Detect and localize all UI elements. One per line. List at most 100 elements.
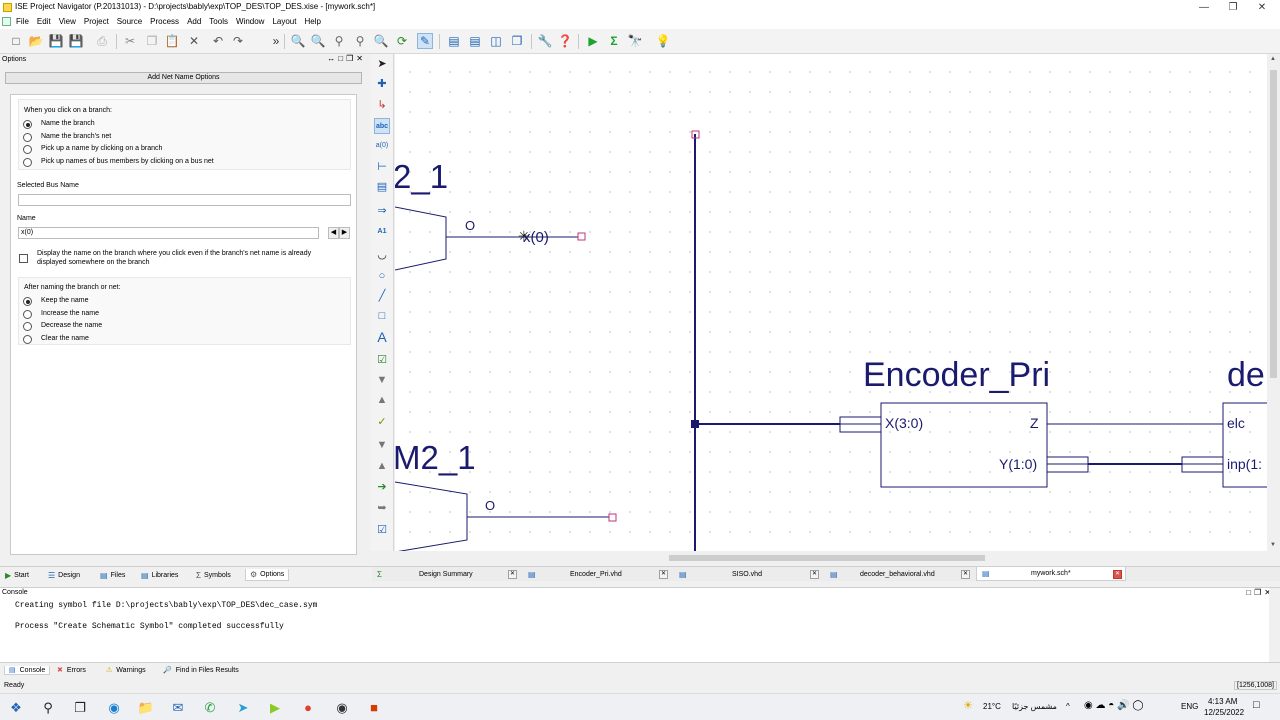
add-text-icon[interactable]: A bbox=[374, 329, 390, 345]
radio-name-branch[interactable] bbox=[23, 120, 32, 129]
tab-console[interactable]: ▤ Console bbox=[4, 666, 51, 675]
tab-find-in-files[interactable]: 🔎 Find in Files Results bbox=[163, 666, 239, 675]
selected-bus-name-input[interactable] bbox=[18, 194, 351, 206]
maximize-button[interactable]: ❐ bbox=[1219, 0, 1247, 15]
canvas-horizontal-scrollbar[interactable] bbox=[395, 551, 1267, 565]
window-restore-icon[interactable]: ❐ bbox=[509, 33, 525, 49]
save-icon[interactable]: 💾 bbox=[48, 33, 64, 49]
menu-source[interactable]: Source bbox=[117, 17, 142, 26]
add-pin-icon[interactable]: ⇒ bbox=[374, 203, 390, 219]
close-tab-icon[interactable]: ✕ bbox=[810, 570, 819, 579]
zoom-fit-icon[interactable]: ⚲ bbox=[331, 33, 347, 49]
zoom-area-icon[interactable]: ⚲ bbox=[352, 33, 368, 49]
telescope-icon[interactable]: 🔭 bbox=[627, 33, 643, 49]
tile-vertical-icon[interactable]: ◫ bbox=[488, 33, 504, 49]
menu-view[interactable]: View bbox=[59, 17, 76, 26]
edge-browser-icon[interactable]: ◉ bbox=[104, 698, 124, 718]
add-bus-tap-icon[interactable]: ↳ bbox=[374, 97, 390, 113]
mux-bottom-shape[interactable] bbox=[395, 481, 468, 551]
name-input[interactable]: x(0) bbox=[18, 227, 319, 239]
pop-up-icon[interactable]: ▲ bbox=[374, 392, 390, 408]
file-explorer-icon[interactable]: 📁 bbox=[136, 698, 156, 718]
cut-icon[interactable]: ✂ bbox=[122, 33, 138, 49]
telegram-icon[interactable]: ➤ bbox=[233, 698, 253, 718]
tab-siso-vhd[interactable]: ▤ SISO.vhd ✕ bbox=[674, 567, 824, 581]
scroll-thumb[interactable] bbox=[669, 555, 985, 561]
tab-options[interactable]: ⚙ Options bbox=[245, 569, 290, 581]
scroll-thumb[interactable] bbox=[1270, 70, 1277, 378]
tab-start[interactable]: ▶ Start bbox=[5, 569, 29, 581]
validate-icon[interactable]: ✓ bbox=[374, 414, 390, 430]
recorder-icon[interactable]: ● bbox=[298, 698, 318, 718]
notifications-icon[interactable]: □ bbox=[1253, 699, 1260, 711]
open-pin-marker[interactable] bbox=[608, 513, 617, 522]
whatsapp-icon[interactable]: ✆ bbox=[200, 698, 220, 718]
draw-circle-icon[interactable]: ○ bbox=[374, 268, 390, 284]
tab-symbols[interactable]: Σ Symbols bbox=[196, 569, 231, 581]
redo-icon[interactable]: ↷ bbox=[230, 33, 246, 49]
pan-tool-icon[interactable]: ✎ bbox=[417, 33, 433, 49]
radio-pick-up-name[interactable] bbox=[23, 145, 32, 154]
tab-mywork-sch[interactable]: ▤ mywork.sch* ✕ bbox=[976, 567, 1126, 581]
check-schematic-icon[interactable]: ☑ bbox=[374, 352, 390, 368]
open-pin-marker[interactable] bbox=[577, 232, 586, 241]
minimize-button[interactable]: — bbox=[1190, 0, 1218, 15]
zoom-out-icon[interactable]: 🔍 bbox=[310, 33, 326, 49]
draw-arc-icon[interactable]: ◡ bbox=[374, 247, 390, 263]
close-tab-icon[interactable]: ✕ bbox=[1113, 570, 1122, 579]
menu-layout[interactable]: Layout bbox=[272, 17, 296, 26]
task-view-icon[interactable]: ❐ bbox=[70, 698, 90, 718]
green-arrow-icon[interactable]: ➔ bbox=[374, 479, 390, 495]
draw-line-icon[interactable]: ╱ bbox=[374, 288, 390, 304]
mail-icon[interactable]: ✉ bbox=[168, 698, 188, 718]
print-icon[interactable]: ⎙ bbox=[94, 33, 110, 49]
tray-chevron-icon[interactable]: ^ bbox=[1066, 702, 1070, 711]
close-button[interactable]: ✕ bbox=[1248, 0, 1276, 15]
radio-pick-up-bus-members[interactable] bbox=[23, 158, 32, 167]
search-icon[interactable]: ⚲ bbox=[38, 698, 58, 718]
close-tab-icon[interactable]: ✕ bbox=[659, 570, 668, 579]
help-icon[interactable]: ❓ bbox=[557, 33, 573, 49]
menu-tools[interactable]: Tools bbox=[209, 17, 228, 26]
add-symbol-icon[interactable]: ▤ bbox=[374, 179, 390, 195]
clock-time[interactable]: 4:13 AM bbox=[1208, 697, 1237, 706]
more-toolbar-icon[interactable]: » bbox=[268, 33, 284, 49]
lightbulb-icon[interactable]: 💡 bbox=[655, 33, 671, 49]
sigma-icon[interactable]: Σ bbox=[606, 33, 622, 49]
export-icon[interactable]: ➥ bbox=[374, 500, 390, 516]
ise-project-navigator-icon[interactable]: ▶ bbox=[265, 698, 285, 718]
menu-window[interactable]: Window bbox=[236, 17, 264, 26]
console-scrollbar[interactable] bbox=[1269, 588, 1280, 663]
cascade-icon[interactable]: ▤ bbox=[446, 33, 462, 49]
add-wire-icon[interactable]: ✚ bbox=[374, 76, 390, 92]
save-all-icon[interactable]: 💾 bbox=[68, 33, 84, 49]
add-io-marker-icon[interactable]: ⊢ bbox=[374, 159, 390, 175]
add-net-name-icon[interactable]: abc bbox=[374, 118, 390, 134]
menu-help[interactable]: Help bbox=[304, 17, 320, 26]
zoom-select-icon[interactable]: 🔍 bbox=[373, 33, 389, 49]
app-icon[interactable]: ◉ bbox=[332, 698, 352, 718]
wrench-icon[interactable]: 🔧 bbox=[537, 33, 553, 49]
open-folder-icon[interactable]: 📂 bbox=[28, 33, 44, 49]
radio-clear-name[interactable] bbox=[23, 335, 32, 344]
zoom-in-icon[interactable]: 🔍 bbox=[290, 33, 306, 49]
copy-icon[interactable]: ❐ bbox=[144, 33, 160, 49]
schematic-canvas[interactable]: 2_1 O x(0) ✳ M2_1 O Encoder_Pri X(3:0) Z… bbox=[395, 54, 1267, 551]
display-name-checkbox[interactable] bbox=[19, 254, 28, 263]
rename-icon[interactable]: a(0) bbox=[374, 138, 390, 154]
powerpoint-icon[interactable]: ■ bbox=[364, 698, 384, 718]
draw-rectangle-icon[interactable]: □ bbox=[374, 308, 390, 324]
menu-project[interactable]: Project bbox=[84, 17, 109, 26]
tab-design-summary[interactable]: Σ Design Summary ✕ bbox=[372, 567, 522, 581]
tab-warnings[interactable]: ⚠ Warnings bbox=[106, 666, 146, 675]
scroll-up-icon[interactable]: ▲ bbox=[1270, 56, 1276, 62]
name-decrement-icon[interactable]: ◀ bbox=[328, 227, 339, 239]
menu-edit[interactable]: Edit bbox=[37, 17, 51, 26]
close-tab-icon[interactable]: ✕ bbox=[961, 570, 970, 579]
tray-app-icons[interactable]: ◉ ☁ ◓ 🔊 ◯ bbox=[1084, 700, 1144, 711]
document-icon[interactable] bbox=[2, 17, 11, 26]
radio-decrease-name[interactable] bbox=[23, 322, 32, 331]
push-into-icon[interactable]: ▼ bbox=[374, 372, 390, 388]
language-indicator[interactable]: ENG bbox=[1181, 702, 1198, 711]
tab-decoder-behavioral-vhd[interactable]: ▤ decoder_behavioral.vhd ✕ bbox=[825, 567, 975, 581]
